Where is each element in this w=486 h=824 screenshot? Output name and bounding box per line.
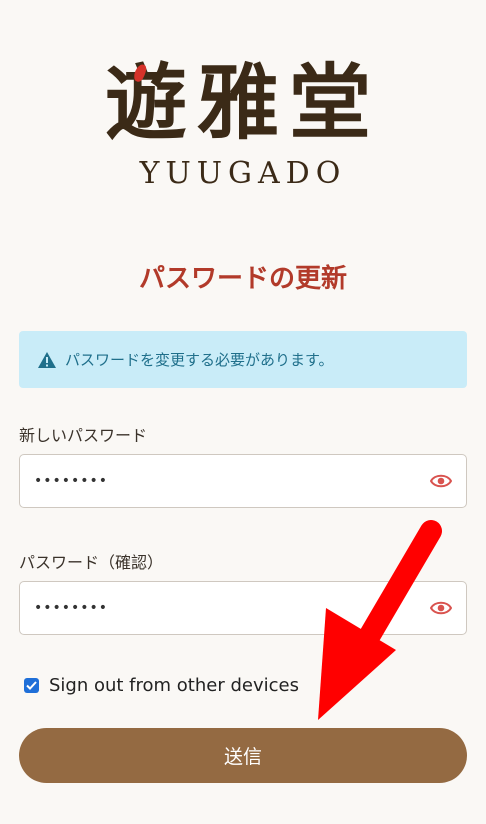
new-password-input[interactable]: [34, 473, 430, 489]
page-title: パスワードの更新: [138, 264, 347, 294]
alert-text: パスワードを変更する必要があります。: [65, 351, 334, 369]
eye-icon[interactable]: [430, 473, 452, 489]
submit-button[interactable]: 送信: [19, 728, 467, 783]
warning-icon: [37, 351, 57, 369]
new-password-field-wrapper: [19, 454, 467, 508]
sign-out-label: Sign out from other devices: [49, 675, 299, 696]
eye-icon[interactable]: [430, 600, 452, 616]
brand-logo: 遊雅堂 YUUGADO: [0, 58, 486, 191]
new-password-label: 新しいパスワード: [19, 426, 148, 445]
logo-roman-text: YUUGADO: [139, 156, 347, 191]
password-change-alert: パスワードを変更する必要があります。: [19, 331, 467, 388]
logo-kanji: 遊雅堂: [105, 58, 381, 148]
sign-out-other-devices-row[interactable]: Sign out from other devices: [24, 675, 299, 696]
confirm-password-field-wrapper: [19, 581, 467, 635]
sign-out-checkbox[interactable]: [24, 678, 39, 693]
confirm-password-input[interactable]: [34, 600, 430, 616]
confirm-password-label: パスワード（確認）: [19, 553, 164, 572]
